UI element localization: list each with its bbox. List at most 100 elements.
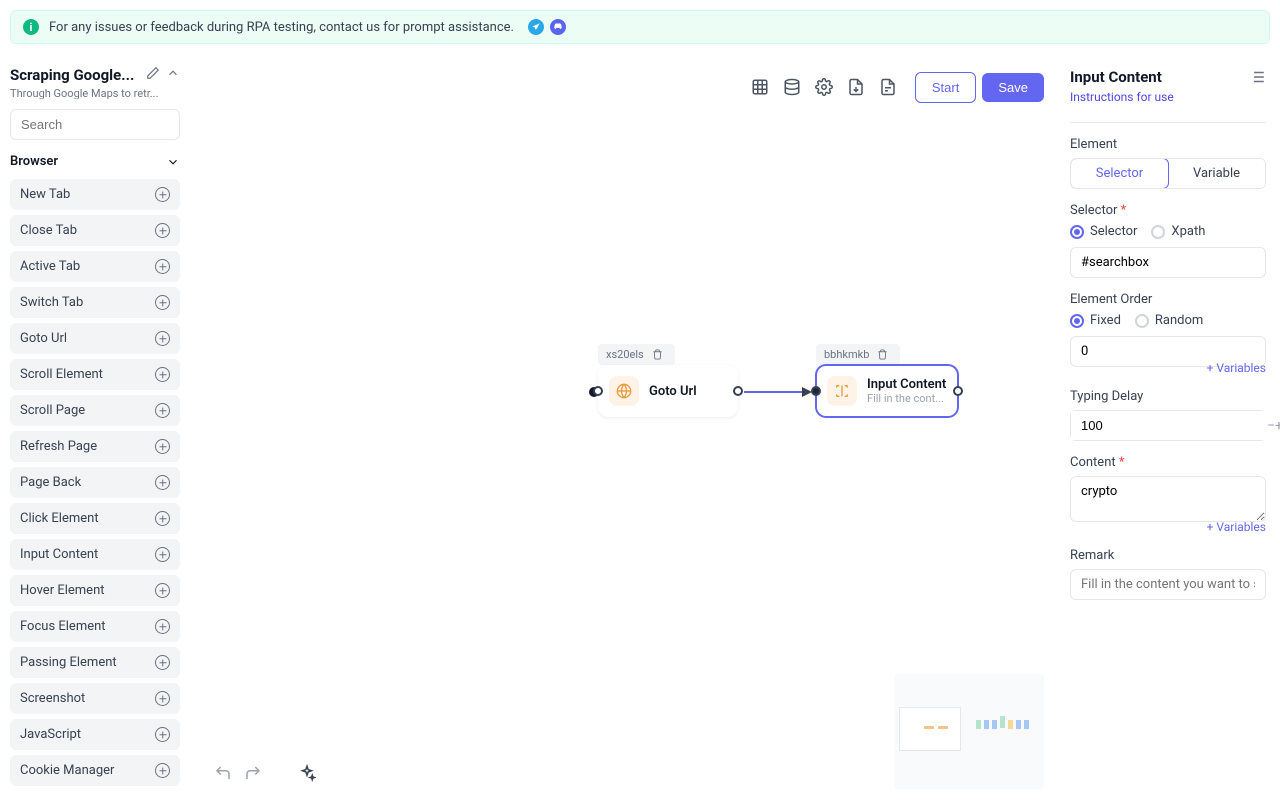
variables-link[interactable]: + Variables — [1070, 520, 1266, 534]
element-label: Element — [1070, 137, 1266, 152]
node-title: Goto Url — [649, 384, 697, 399]
sidebar-item[interactable]: Page Back — [10, 467, 180, 498]
edge-line — [738, 384, 818, 400]
plus-icon[interactable] — [155, 439, 170, 454]
radio-xpath[interactable]: Xpath — [1151, 224, 1205, 239]
remark-label: Remark — [1070, 548, 1266, 563]
plus-icon[interactable] — [155, 547, 170, 562]
sidebar-item-label: Active Tab — [20, 259, 80, 274]
sidebar-item-label: Cookie Manager — [20, 763, 114, 778]
node-subtitle: Fill in the cont... — [867, 392, 946, 405]
globe-icon — [609, 376, 639, 406]
port-in[interactable] — [811, 386, 821, 396]
radio-selector[interactable]: Selector — [1070, 224, 1137, 239]
port-in[interactable] — [593, 386, 603, 396]
sidebar-item[interactable]: Scroll Element — [10, 359, 180, 390]
sidebar-item-label: Screenshot — [20, 691, 85, 706]
plus-icon[interactable] — [155, 583, 170, 598]
sidebar-item[interactable]: Screenshot — [10, 683, 180, 714]
sidebar-item[interactable]: Click Element — [10, 503, 180, 534]
search-input[interactable] — [10, 109, 180, 140]
stepper-minus[interactable]: − — [1267, 418, 1275, 434]
flow-canvas[interactable]: Start Save xs20els Goto Url bbhkmkb — [190, 54, 1056, 801]
instructions-link[interactable]: Instructions for use — [1070, 90, 1174, 104]
sidebar-item-label: Focus Element — [20, 619, 106, 634]
sidebar-item[interactable]: Active Tab — [10, 251, 180, 282]
list-icon[interactable] — [1248, 68, 1266, 86]
edit-icon[interactable] — [146, 66, 160, 80]
sidebar-item[interactable]: Focus Element — [10, 611, 180, 642]
plus-icon[interactable] — [155, 763, 170, 778]
start-button[interactable]: Start — [915, 72, 976, 103]
radio-random[interactable]: Random — [1135, 313, 1203, 328]
toolbar: Start Save — [739, 66, 1044, 108]
sidebar-item[interactable]: Passing Element — [10, 647, 180, 678]
plus-icon[interactable] — [155, 727, 170, 742]
plus-icon[interactable] — [155, 691, 170, 706]
sidebar-item-label: Input Content — [20, 547, 98, 562]
sidebar-item[interactable]: JavaScript — [10, 719, 180, 750]
plus-icon[interactable] — [155, 403, 170, 418]
chevron-down-icon — [166, 155, 180, 169]
node-tag: xs20els — [598, 344, 675, 365]
node-title: Input Content — [867, 377, 946, 392]
radio-fixed[interactable]: Fixed — [1070, 313, 1121, 328]
plus-icon[interactable] — [155, 511, 170, 526]
sidebar-item-label: Scroll Page — [20, 403, 85, 418]
notes-icon[interactable] — [873, 72, 903, 102]
input-icon — [827, 376, 857, 406]
sidebar-item[interactable]: Input Content — [10, 539, 180, 570]
category-header[interactable]: Browser — [10, 150, 180, 173]
plus-icon[interactable] — [155, 367, 170, 382]
database-icon[interactable] — [777, 72, 807, 102]
sidebar-item[interactable]: Switch Tab — [10, 287, 180, 318]
data-table-icon[interactable] — [745, 72, 775, 102]
tab-selector[interactable]: Selector — [1070, 158, 1169, 189]
element-order-label: Element Order — [1070, 292, 1266, 307]
banner-text: For any issues or feedback during RPA te… — [49, 20, 514, 35]
node-goto-url[interactable]: Goto Url — [598, 365, 738, 417]
telegram-icon[interactable] — [528, 19, 544, 35]
redo-button[interactable] — [240, 760, 266, 786]
tab-variable[interactable]: Variable — [1168, 159, 1265, 188]
plus-icon[interactable] — [155, 223, 170, 238]
port-out[interactable] — [953, 386, 963, 396]
sidebar-item[interactable]: Close Tab — [10, 215, 180, 246]
plus-icon[interactable] — [155, 475, 170, 490]
plus-icon[interactable] — [155, 295, 170, 310]
sidebar-item[interactable]: New Tab — [10, 179, 180, 210]
content-input[interactable] — [1070, 476, 1266, 522]
plus-icon[interactable] — [155, 259, 170, 274]
sidebar-item[interactable]: Goto Url — [10, 323, 180, 354]
selector-input[interactable] — [1070, 247, 1266, 278]
stepper-plus[interactable]: + — [1275, 418, 1280, 434]
plus-icon[interactable] — [155, 331, 170, 346]
delete-node-button[interactable] — [648, 347, 667, 362]
collapse-icon[interactable] — [166, 66, 180, 80]
plus-icon[interactable] — [155, 655, 170, 670]
selector-label: Selector * — [1070, 203, 1266, 218]
ai-sparkle-button[interactable] — [294, 760, 320, 786]
discord-icon[interactable] — [550, 19, 566, 35]
sidebar-item-label: Click Element — [20, 511, 99, 526]
category-label: Browser — [10, 154, 58, 169]
node-input-content[interactable]: Input Content Fill in the cont... — [816, 365, 958, 417]
sidebar-item[interactable]: Refresh Page — [10, 431, 180, 462]
save-button[interactable]: Save — [982, 73, 1044, 102]
delay-input[interactable] — [1071, 411, 1267, 440]
undo-button[interactable] — [210, 760, 236, 786]
sidebar-item[interactable]: Scroll Page — [10, 395, 180, 426]
delete-node-button[interactable] — [873, 347, 892, 362]
remark-input[interactable] — [1070, 569, 1266, 600]
export-icon[interactable] — [841, 72, 871, 102]
plus-icon[interactable] — [155, 619, 170, 634]
plus-icon[interactable] — [155, 187, 170, 202]
sidebar-item-label: Switch Tab — [20, 295, 83, 310]
sidebar-item[interactable]: Hover Element — [10, 575, 180, 606]
element-tabs: Selector Variable — [1070, 158, 1266, 189]
sidebar-item[interactable]: Cookie Manager — [10, 755, 180, 786]
minimap[interactable] — [894, 674, 1044, 789]
sidebar-item-label: New Tab — [20, 187, 70, 202]
info-icon: i — [23, 19, 39, 35]
settings-icon[interactable] — [809, 72, 839, 102]
